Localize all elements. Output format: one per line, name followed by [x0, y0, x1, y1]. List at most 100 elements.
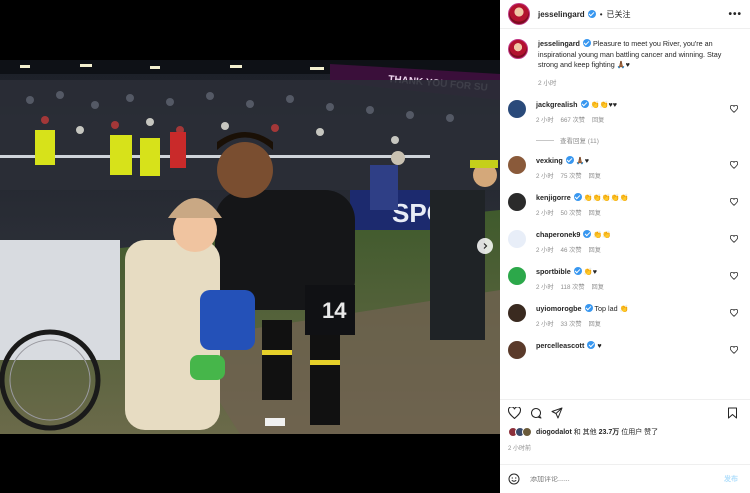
comment-meta: 2 小时 118 次赞 回复: [536, 283, 611, 293]
comment-likes[interactable]: 33 次赞: [561, 321, 582, 328]
comment-input[interactable]: [530, 475, 724, 483]
comment-item: uyiomorogbe Top lad 👏 2 小时 33 次赞 回复: [508, 304, 742, 330]
emoji-smiley-icon[interactable]: [508, 473, 520, 485]
post-comment-button[interactable]: 发布: [724, 474, 738, 484]
comment-meta: 2 小时 46 次赞 回复: [536, 246, 611, 256]
commenter-avatar[interactable]: [508, 156, 526, 174]
commenter-avatar[interactable]: [508, 230, 526, 248]
caption-username[interactable]: jesselingard: [538, 39, 580, 48]
reply-button[interactable]: 回复: [589, 173, 601, 180]
comment-text: 👏👏♥♥: [590, 100, 617, 109]
reply-button[interactable]: 回复: [589, 321, 601, 328]
comment-time: 2 小时: [536, 321, 554, 328]
commenter-username[interactable]: chaperonek9: [536, 230, 580, 239]
comment-time: 2 小时: [536, 284, 554, 291]
reply-button[interactable]: 回复: [589, 210, 601, 217]
add-comment-bar: 发布: [500, 464, 750, 493]
share-paper-plane-icon[interactable]: [551, 407, 563, 419]
comments-list[interactable]: jesselingard Pleasure to meet you River,…: [500, 29, 750, 399]
comment-meta: 2 小时 50 次赞 回复: [536, 209, 629, 219]
comment-likes[interactable]: 667 次赞: [561, 117, 585, 124]
separator-dot: •: [599, 9, 603, 19]
commenter-avatar[interactable]: [508, 100, 526, 118]
comment-text: 🙏🏾♥: [575, 156, 589, 165]
caption-meta: 2 小时: [538, 79, 742, 90]
commenter-avatar[interactable]: [508, 341, 526, 359]
commenter-avatar[interactable]: [508, 193, 526, 211]
caption: jesselingard Pleasure to meet you River,…: [508, 39, 742, 89]
comment-item: kenjigorre 👏👏👏👏👏 2 小时 50 次赞 回复: [508, 193, 742, 219]
reply-button[interactable]: 回复: [589, 247, 601, 254]
jersey-number: 14: [322, 298, 347, 323]
comment-like-heart-icon[interactable]: [730, 161, 738, 169]
commenter-avatar[interactable]: [508, 304, 526, 322]
instagram-post-view: THANK YOU FOR SU: [0, 0, 750, 493]
comment-body: uyiomorogbe Top lad 👏 2 小时 33 次赞 回复: [536, 304, 629, 330]
likes-count[interactable]: 23.7万: [599, 427, 620, 437]
author-avatar[interactable]: [508, 3, 530, 25]
comment-like-heart-icon[interactable]: [730, 272, 738, 280]
verified-badge-icon: [587, 341, 596, 349]
comment-item: jackgrealish 👏👏♥♥ 2 小时 667 次赞 回复: [508, 100, 742, 126]
comment-meta: 2 小时 75 次赞 回复: [536, 172, 608, 182]
commenter-username[interactable]: percelleascott: [536, 341, 584, 350]
comment-body: jackgrealish 👏👏♥♥ 2 小时 667 次赞 回复: [536, 100, 617, 126]
verified-badge-icon: [573, 193, 582, 201]
verified-badge-icon: [582, 39, 591, 47]
post-photo[interactable]: THANK YOU FOR SU: [0, 60, 500, 434]
post-side-panel: jesselingard • 已关注 ••• jesselingard Plea…: [500, 0, 750, 493]
follow-status-button[interactable]: 已关注: [607, 9, 631, 20]
comment-like-heart-icon[interactable]: [730, 235, 738, 243]
post-header: jesselingard • 已关注 •••: [500, 0, 750, 29]
comment-meta: 2 小时 33 次赞 回复: [536, 320, 629, 330]
commenter-username[interactable]: sportbible: [536, 267, 571, 276]
comment-item: sportbible 👏♥ 2 小时 118 次赞 回复: [508, 267, 742, 293]
comment-likes[interactable]: 50 次赞: [561, 210, 582, 217]
liker-username[interactable]: diogodalot: [536, 429, 572, 436]
comment-like-heart-icon[interactable]: [730, 105, 738, 113]
comment-body: percelleascott ♥: [536, 341, 602, 359]
comment-item: percelleascott ♥: [508, 341, 742, 359]
likes-connector: 和 其他: [573, 429, 597, 436]
commenter-username[interactable]: kenjigorre: [536, 193, 571, 202]
reply-button[interactable]: 回复: [592, 117, 604, 124]
comment-like-heart-icon[interactable]: [730, 309, 738, 317]
comment-text: Top lad 👏: [594, 304, 629, 313]
comment-likes[interactable]: 75 次赞: [561, 173, 582, 180]
caption-body: jesselingard Pleasure to meet you River,…: [538, 39, 742, 89]
comment-like-heart-icon[interactable]: [730, 346, 738, 354]
media-panel: THANK YOU FOR SU: [0, 0, 500, 493]
likes-summary: diogodalot 和 其他 23.7万 位用户 赞了: [508, 427, 742, 437]
verified-badge-icon: [580, 100, 589, 108]
comment-like-heart-icon[interactable]: [730, 198, 738, 206]
next-photo-button[interactable]: [477, 238, 493, 254]
save-bookmark-icon[interactable]: [727, 407, 738, 419]
comment-time: 2 小时: [536, 210, 554, 217]
comment-text: 👏♥: [583, 267, 597, 276]
likes-suffix: 位用户 赞了: [621, 429, 659, 436]
liker-avatar: [522, 427, 532, 437]
commenter-username[interactable]: vexking: [536, 156, 563, 165]
author-username[interactable]: jesselingard: [538, 10, 585, 19]
action-icons-row: [508, 407, 742, 419]
view-replies-button[interactable]: 查看回复 (11): [536, 135, 742, 145]
comment-body: sportbible 👏♥ 2 小时 118 次赞 回复: [536, 267, 611, 293]
comment-body: vexking 🙏🏾♥ 2 小时 75 次赞 回复: [536, 156, 608, 182]
commenter-username[interactable]: uyiomorogbe: [536, 304, 582, 313]
post-timestamp[interactable]: 2 小时前: [508, 443, 742, 452]
comment-bubble-icon[interactable]: [530, 407, 542, 419]
comment-likes[interactable]: 118 次赞: [561, 284, 585, 291]
commenter-avatar[interactable]: [508, 267, 526, 285]
post-actions: diogodalot 和 其他 23.7万 位用户 赞了 2 小时前: [500, 399, 750, 464]
like-heart-icon[interactable]: [508, 407, 521, 419]
verified-badge-icon: [584, 304, 593, 312]
commenter-username[interactable]: jackgrealish: [536, 100, 578, 109]
comment-time: 2 小时: [536, 173, 554, 180]
caption-author-avatar[interactable]: [508, 39, 528, 59]
comment-rows: jackgrealish 👏👏♥♥ 2 小时 667 次赞 回复 查看回复 (11) ve…: [508, 100, 742, 359]
reply-button[interactable]: 回复: [592, 284, 604, 291]
comment-likes[interactable]: 46 次赞: [561, 247, 582, 254]
post-photo-illustration: THANK YOU FOR SU: [0, 60, 500, 434]
more-options-button[interactable]: •••: [728, 9, 742, 20]
verified-badge-icon: [565, 156, 574, 164]
